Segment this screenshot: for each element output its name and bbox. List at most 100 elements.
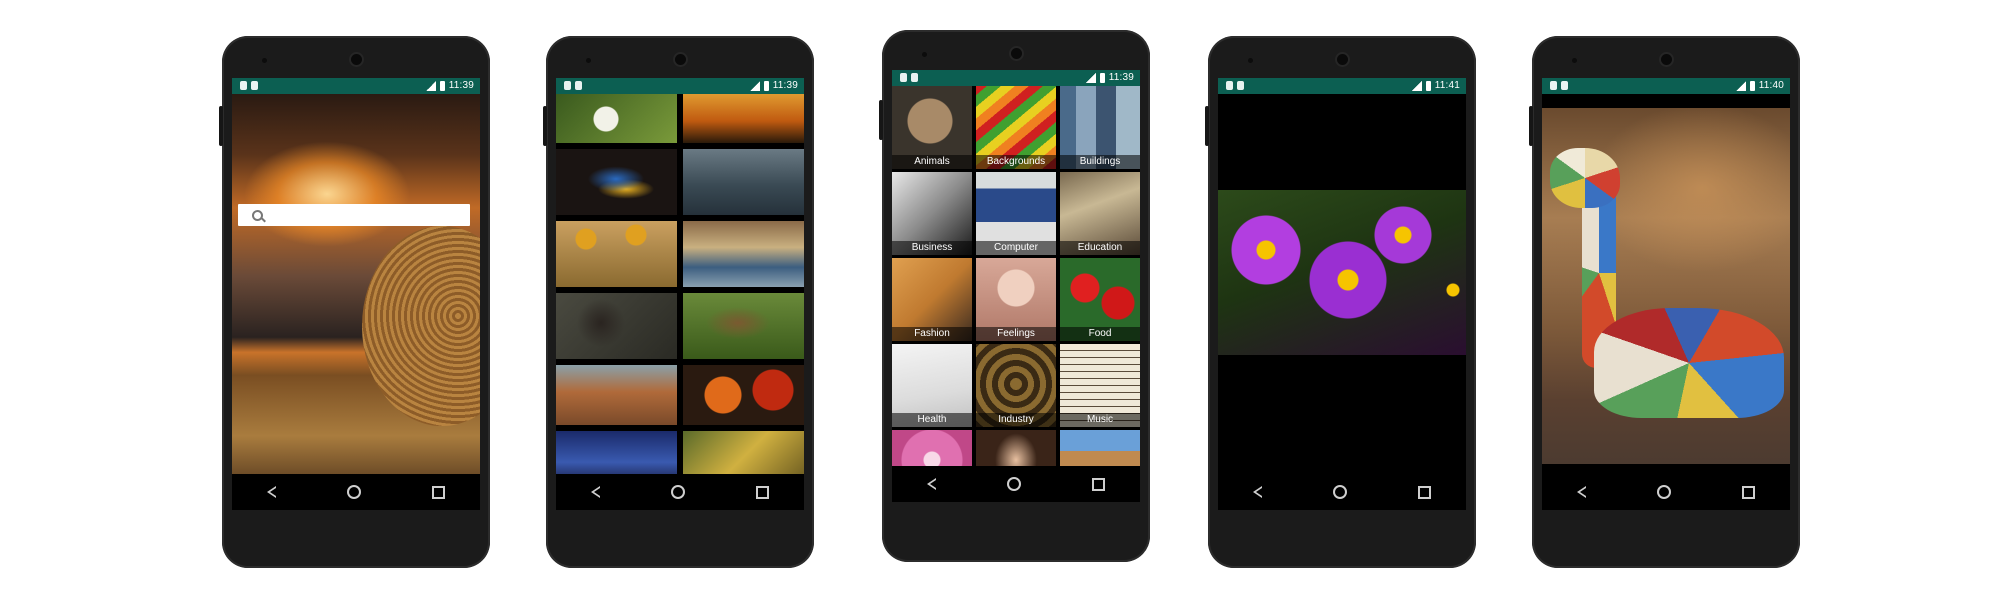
sd-card-icon	[900, 73, 907, 82]
category-business[interactable]: Business	[892, 172, 972, 255]
home-icon[interactable]	[1006, 477, 1021, 491]
clock: 11:39	[448, 80, 474, 91]
category-tile[interactable]	[1060, 430, 1140, 466]
front-camera	[351, 54, 362, 65]
category-buildings[interactable]: Buildings	[1060, 86, 1140, 169]
giraffe-body	[1594, 308, 1784, 418]
recents-icon[interactable]	[755, 485, 769, 499]
back-icon[interactable]	[591, 486, 601, 498]
sd-card-icon	[1226, 81, 1233, 90]
category-animals[interactable]: Animals	[892, 86, 972, 169]
signal-icon	[1411, 80, 1422, 91]
category-health[interactable]: Health	[892, 344, 972, 427]
phone-photo-grid: 11:39	[543, 36, 814, 568]
aster-flowers-image[interactable]	[1218, 190, 1466, 355]
category-label: Backgrounds	[976, 155, 1056, 169]
home-icon[interactable]	[1656, 485, 1671, 499]
speaker	[1248, 58, 1253, 63]
home-icon[interactable]	[1332, 485, 1347, 499]
home-icon[interactable]	[346, 485, 361, 499]
category-label: Buildings	[1060, 155, 1140, 169]
photo-tile[interactable]	[556, 365, 677, 425]
image-viewer	[1218, 94, 1466, 474]
battery-icon	[439, 80, 445, 91]
phone-image-viewer: 11:41	[1205, 36, 1476, 568]
back-icon[interactable]	[927, 478, 937, 490]
category-label: Feelings	[976, 327, 1056, 341]
search-icon[interactable]	[252, 210, 263, 221]
category-industry[interactable]: Industry	[976, 344, 1056, 427]
category-fashion[interactable]: Fashion	[892, 258, 972, 341]
back-icon[interactable]	[1253, 486, 1263, 498]
navigation-bar	[892, 466, 1140, 502]
photo-tile[interactable]	[556, 94, 677, 143]
category-tile[interactable]	[976, 430, 1056, 466]
photo-tile[interactable]	[683, 221, 804, 287]
photo-tile[interactable]	[556, 149, 677, 215]
recents-icon[interactable]	[1091, 477, 1105, 491]
category-grid: Animals Backgrounds Buildings Business C…	[892, 86, 1140, 466]
category-feelings[interactable]: Feelings	[976, 258, 1056, 341]
category-backgrounds[interactable]: Backgrounds	[976, 86, 1056, 169]
status-bar: 11:39	[556, 78, 804, 94]
notification-icons	[1226, 81, 1250, 91]
category-tile[interactable]	[892, 430, 972, 466]
photo-tile[interactable]	[683, 293, 804, 359]
mosaic-giraffe-image[interactable]	[1542, 108, 1790, 464]
phone-categories: 11:39 Animals Backgrounds Buildings Busi…	[879, 30, 1150, 562]
signal-icon	[1085, 72, 1096, 83]
search-bar[interactable]	[238, 204, 470, 226]
category-label: Health	[892, 413, 972, 427]
status-bar: 11:39	[892, 70, 1140, 86]
speaker	[1572, 58, 1577, 63]
category-label: Computer	[976, 241, 1056, 255]
home-icon[interactable]	[670, 485, 685, 499]
front-camera	[1661, 54, 1672, 65]
category-music[interactable]: Music	[1060, 344, 1140, 427]
photo-tile[interactable]	[683, 94, 804, 143]
sd-card-icon	[240, 81, 247, 90]
android-icon	[1561, 81, 1568, 90]
battery-icon	[1749, 80, 1755, 91]
battery-icon	[763, 80, 769, 91]
notification-icons	[1550, 81, 1574, 91]
clock: 11:41	[1434, 80, 1460, 91]
back-icon[interactable]	[1577, 486, 1587, 498]
photo-tile[interactable]	[556, 221, 677, 287]
photo-tile[interactable]	[683, 431, 804, 474]
screen: 11:39 Animals Backgrounds Buildings Busi…	[892, 70, 1140, 502]
battery-icon	[1425, 80, 1431, 91]
category-label: Fashion	[892, 327, 972, 341]
screen: 11:41	[1218, 78, 1466, 510]
recents-icon[interactable]	[1417, 485, 1431, 499]
speaker	[586, 58, 591, 63]
signal-icon	[749, 80, 760, 91]
category-view: Animals Backgrounds Buildings Business C…	[892, 86, 1140, 466]
navigation-bar	[232, 474, 480, 510]
photo-tile[interactable]	[556, 431, 677, 474]
recents-icon[interactable]	[431, 485, 445, 499]
back-icon[interactable]	[267, 486, 277, 498]
category-food[interactable]: Food	[1060, 258, 1140, 341]
sd-card-icon	[564, 81, 571, 90]
android-icon	[575, 81, 582, 90]
search-input[interactable]	[274, 207, 468, 225]
clock: 11:39	[1108, 72, 1134, 83]
clock: 11:40	[1758, 80, 1784, 91]
search-background	[232, 94, 480, 474]
category-label: Music	[1060, 413, 1140, 427]
category-label: Animals	[892, 155, 972, 169]
phone-image-viewer-portrait: 11:40	[1529, 36, 1800, 568]
screen: 11:40	[1542, 78, 1790, 510]
category-label: Education	[1060, 241, 1140, 255]
category-education[interactable]: Education	[1060, 172, 1140, 255]
android-icon	[911, 73, 918, 82]
photo-tile[interactable]	[683, 149, 804, 215]
recents-icon[interactable]	[1741, 485, 1755, 499]
category-label: Food	[1060, 327, 1140, 341]
category-computer[interactable]: Computer	[976, 172, 1056, 255]
photo-grid-view	[556, 94, 804, 474]
clock: 11:39	[772, 80, 798, 91]
photo-tile[interactable]	[683, 365, 804, 425]
photo-tile[interactable]	[556, 293, 677, 359]
